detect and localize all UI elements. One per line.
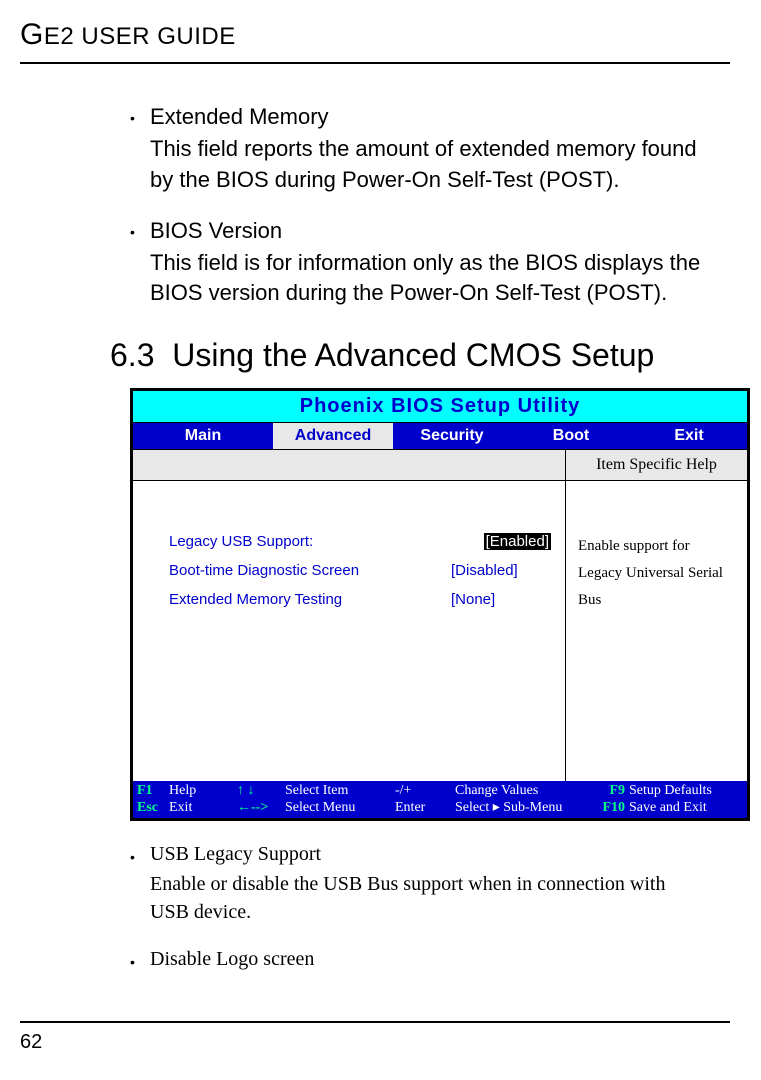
fkey-sep: -/+ bbox=[395, 783, 455, 799]
bullet-desc: Enable or disable the USB Bus support wh… bbox=[150, 870, 701, 926]
bottom-bullet-list: • USB Legacy Support Enable or disable t… bbox=[130, 839, 701, 975]
tab-main[interactable]: Main bbox=[133, 423, 273, 449]
fkey2: F10 bbox=[589, 800, 625, 816]
bullet-desc: This field reports the amount of extende… bbox=[150, 134, 701, 196]
bullet-title: Extended Memory bbox=[150, 104, 701, 130]
page-number: 62 bbox=[20, 1021, 730, 1054]
bios-row[interactable]: Legacy USB Support: [Enabled] bbox=[169, 533, 551, 550]
fkey2: F9 bbox=[589, 783, 625, 799]
bios-row[interactable]: Extended Memory Testing [None] bbox=[169, 591, 551, 608]
bios-row-label: Legacy USB Support: bbox=[169, 533, 313, 550]
tab-boot[interactable]: Boot bbox=[511, 423, 631, 449]
bullet-icon: • bbox=[130, 843, 150, 926]
bullet-item: • BIOS Version This field is for informa… bbox=[130, 218, 701, 310]
bullet-title: USB Legacy Support bbox=[150, 843, 701, 866]
bios-tabs: Main Advanced Security Boot Exit bbox=[133, 423, 747, 450]
page-header: GE2 USER GUIDE bbox=[20, 18, 730, 64]
fkey-action: Select Item bbox=[285, 783, 395, 799]
tab-security[interactable]: Security bbox=[393, 423, 511, 449]
top-bullet-list: • Extended Memory This field reports the… bbox=[130, 104, 701, 309]
bios-settings-panel: Legacy USB Support: [Enabled] Boot-time … bbox=[133, 481, 565, 781]
fkey-end: Setup Defaults bbox=[625, 783, 743, 799]
help-header-spacer bbox=[133, 450, 565, 480]
bullet-item: • Extended Memory This field reports the… bbox=[130, 104, 701, 196]
fkey-label: Exit bbox=[169, 800, 237, 816]
bullet-title: BIOS Version bbox=[150, 218, 701, 244]
bullet-icon: • bbox=[130, 948, 150, 975]
bios-help-panel: Enable support for Legacy Universal Seri… bbox=[565, 481, 747, 781]
bios-row-value[interactable]: [None] bbox=[451, 591, 551, 608]
bullet-desc: This field is for information only as th… bbox=[150, 248, 701, 310]
arrows-icon: ↑ ↓ bbox=[237, 783, 285, 799]
bullet-item: • Disable Logo screen bbox=[130, 948, 701, 975]
fkey: F1 bbox=[137, 783, 169, 799]
tab-exit[interactable]: Exit bbox=[631, 423, 747, 449]
bullet-icon: • bbox=[130, 218, 150, 310]
bios-setup-screenshot: Phoenix BIOS Setup Utility Main Advanced… bbox=[130, 388, 750, 821]
tab-advanced[interactable]: Advanced bbox=[273, 423, 393, 449]
bios-row-value[interactable]: [Disabled] bbox=[451, 562, 551, 579]
bios-title: Phoenix BIOS Setup Utility bbox=[133, 391, 747, 423]
bios-footer: F1 Help ↑ ↓ Select Item -/+ Change Value… bbox=[133, 781, 747, 818]
help-header-label: Item Specific Help bbox=[565, 450, 747, 480]
fkey-vals: Change Values bbox=[455, 783, 589, 799]
help-line: Legacy Universal Serial bbox=[578, 560, 737, 587]
fkey-action: Select Menu bbox=[285, 800, 395, 816]
bios-row-value[interactable]: [Enabled] bbox=[484, 533, 551, 550]
fkey-vals: Select ▸ Sub-Menu bbox=[455, 799, 589, 816]
fkey: Esc bbox=[137, 800, 169, 816]
help-line: Enable support for bbox=[578, 533, 737, 560]
fkey-sep: Enter bbox=[395, 800, 455, 816]
fkey-end: Save and Exit bbox=[625, 800, 743, 816]
bios-row[interactable]: Boot-time Diagnostic Screen [Disabled] bbox=[169, 562, 551, 579]
section-heading: 6.3 Using the Advanced CMOS Setup bbox=[110, 337, 701, 374]
bullet-item: • USB Legacy Support Enable or disable t… bbox=[130, 843, 701, 926]
help-line: Bus bbox=[578, 587, 737, 614]
arrows-icon: ←--> bbox=[237, 800, 285, 816]
bios-row-label: Extended Memory Testing bbox=[169, 591, 342, 608]
bullet-icon: • bbox=[130, 104, 150, 196]
bullet-title: Disable Logo screen bbox=[150, 948, 314, 971]
bios-row-label: Boot-time Diagnostic Screen bbox=[169, 562, 359, 579]
fkey-label: Help bbox=[169, 783, 237, 799]
